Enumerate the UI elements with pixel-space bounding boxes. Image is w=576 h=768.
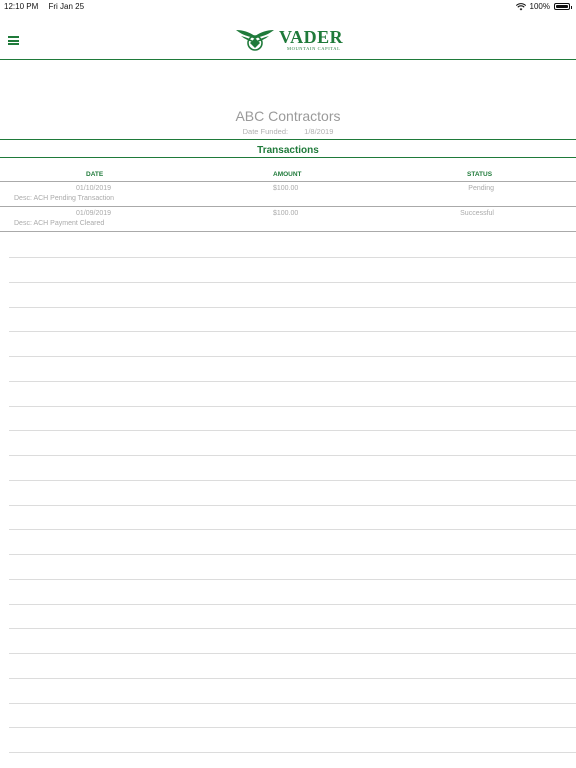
company-name: ABC Contractors <box>235 108 341 124</box>
row-separator <box>9 579 576 580</box>
wifi-icon <box>515 2 526 11</box>
logo-name: VADER <box>279 27 344 48</box>
row-separator <box>9 554 576 555</box>
logo-tagline: MOUNTAIN CAPITAL <box>287 46 341 52</box>
battery-icon <box>554 3 572 10</box>
row-separator <box>9 727 576 728</box>
section-header: Transactions <box>0 139 576 158</box>
table-header: DATE AMOUNT STATUS <box>0 168 576 182</box>
status-date: Fri Jan 25 <box>48 2 85 11</box>
table-row[interactable]: 01/10/2019 $100.00 Pending Desc: ACH Pen… <box>0 183 576 207</box>
column-header-date: DATE <box>86 171 104 178</box>
battery-percent: 100% <box>529 2 550 11</box>
status-left: 12:10 PM Fri Jan 25 <box>4 2 92 11</box>
status-bar: 12:10 PM Fri Jan 25 100% <box>0 0 576 14</box>
row-separator <box>9 703 576 704</box>
row-separator <box>9 282 576 283</box>
row-separator <box>9 604 576 605</box>
row-separator <box>9 257 576 258</box>
row-amount: $100.00 <box>273 210 299 217</box>
deal-header: ABC Contractors Date Funded: 1/8/2019 <box>0 108 576 136</box>
row-separator <box>9 678 576 679</box>
row-description: Desc: ACH Pending Transaction <box>14 195 114 202</box>
row-separator <box>9 331 576 332</box>
row-status: Successful <box>460 210 494 217</box>
row-separator <box>9 406 576 407</box>
navigation-bar: VADER MOUNTAIN CAPITAL <box>0 14 576 60</box>
row-separator <box>9 307 576 308</box>
funded-label: Date Funded: <box>242 127 289 136</box>
row-separator <box>9 529 576 530</box>
row-separator <box>9 480 576 481</box>
brand-logo: VADER MOUNTAIN CAPITAL <box>235 26 343 54</box>
status-time: 12:10 PM <box>4 2 39 11</box>
row-separator <box>9 381 576 382</box>
row-separator <box>9 628 576 629</box>
table-row[interactable]: 01/09/2019 $100.00 Successful Desc: ACH … <box>0 208 576 232</box>
row-separator <box>9 653 576 654</box>
row-separator <box>9 505 576 506</box>
row-separator <box>9 455 576 456</box>
column-header-status: STATUS <box>467 171 493 178</box>
row-date: 01/10/2019 <box>76 185 112 192</box>
row-description: Desc: ACH Payment Cleared <box>14 220 105 227</box>
logo-text: VADER MOUNTAIN CAPITAL <box>279 28 343 52</box>
row-separator <box>9 430 576 431</box>
status-right: 100% <box>515 2 572 11</box>
column-header-amount: AMOUNT <box>273 171 302 178</box>
row-separator <box>9 356 576 357</box>
row-date: 01/09/2019 <box>76 210 112 217</box>
section-title: Transactions <box>257 145 319 156</box>
row-status: Pending <box>468 185 494 192</box>
funded-date: 1/8/2019 <box>304 127 334 136</box>
funded-row: Date Funded: 1/8/2019 <box>0 127 576 136</box>
row-separator <box>9 752 576 753</box>
eagle-emblem-icon <box>235 24 275 57</box>
row-amount: $100.00 <box>273 185 299 192</box>
hamburger-menu-icon[interactable] <box>8 36 19 45</box>
